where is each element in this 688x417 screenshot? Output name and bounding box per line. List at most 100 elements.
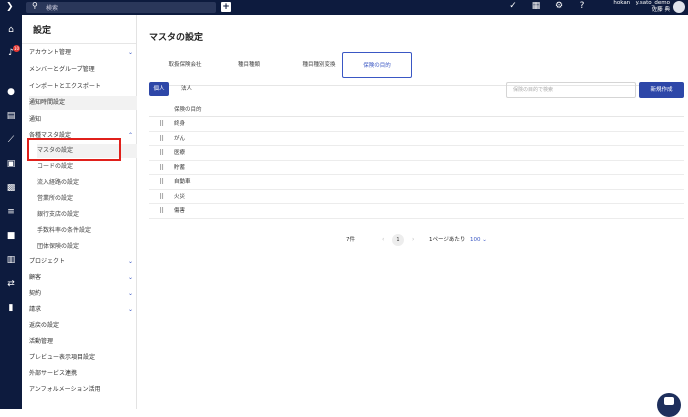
tab-category[interactable]: 種目種類 [221, 52, 277, 78]
chevron-down-icon: ⌄ [127, 306, 133, 313]
chevron-down-icon: ⌄ [127, 258, 133, 265]
sidebar-item-code[interactable]: コードの設定 [37, 160, 141, 174]
sidebar-item-preview[interactable]: プレビュー表示項目設定 [29, 351, 141, 365]
drag-handle-icon[interactable]: ⠿ [159, 161, 164, 175]
home-icon[interactable]: ⌂ [0, 25, 22, 35]
table-row[interactable]: ⠿ 終身 [149, 117, 684, 132]
chevron-down-icon: ⌄ [127, 49, 133, 56]
chevron-right-icon[interactable]: › [412, 233, 414, 247]
sidebar-item-inflow[interactable]: 流入経路の設定 [37, 176, 141, 190]
sidebar-item-members[interactable]: メンバーとグループ管理 [29, 63, 141, 77]
page-title: マスタの設定 [149, 33, 204, 43]
drag-handle-icon[interactable]: ⠿ [159, 190, 164, 204]
notification-badge: 10 [13, 45, 20, 52]
shuffle-icon[interactable]: ⇄ [0, 279, 22, 289]
user-info[interactable]: hokan y.sato_demo 佐藤 典 [598, 0, 670, 14]
chevron-up-icon: ⌃ [127, 132, 133, 139]
per-page-select[interactable]: 100 ⌄ [470, 233, 487, 247]
top-bar: ❯ ⚲ 検索 + ✓ ▦ ⚙ ? hokan y.sato_demo 佐藤 典 [0, 0, 688, 15]
add-button[interactable]: + [221, 2, 231, 12]
table-row[interactable]: ⠿ 自動車 [149, 175, 684, 190]
sidebar-item-contract[interactable]: 契約 ⌄ [29, 287, 141, 301]
row-name: 傷害 [174, 208, 186, 214]
sidebar-item-commission[interactable]: 手数料率の条件設定 [37, 224, 141, 238]
chevron-left-icon[interactable]: ‹ [382, 233, 384, 247]
icon-rail: ⌂ ♪ 10 ● ▤ ⟋ ▣ ▩ ≡ ■ ▥ ⇄ ▮ [0, 15, 22, 409]
drag-handle-icon[interactable]: ⠿ [159, 146, 164, 160]
sidebar-item-notification-time[interactable]: 通知時間設定 [29, 96, 141, 110]
global-search-input[interactable]: ⚲ 検索 [26, 1, 216, 13]
row-name: がん [174, 135, 186, 142]
table-row[interactable]: ⠿ 火災 [149, 190, 684, 204]
main-content: マスタの設定 取扱保険会社 種目種類 種目種別変換 保険の目的 個人 法人 保険… [137, 15, 688, 409]
divider [22, 43, 136, 44]
bar-chart-icon[interactable]: ▮ [0, 303, 22, 313]
table-header: 保険の目的 [149, 103, 684, 117]
chevron-down-icon: ⌄ [127, 274, 133, 281]
user-name: 佐藤 典 [651, 7, 670, 13]
table-row[interactable]: ⠿ 医療 [149, 146, 684, 161]
chevron-down-icon: ⌄ [127, 290, 133, 297]
purpose-table: 保険の目的 ⠿ 終身 ⠿ がん ⠿ 医療 ⠿ 貯蓄 ⠿ 自動車 ⠿ 火災 ⠿ 傷… [149, 103, 684, 219]
book-icon[interactable]: ▥ [0, 255, 22, 265]
create-new-button[interactable]: 新規作成 [639, 82, 684, 98]
drag-handle-icon[interactable]: ⠿ [159, 204, 164, 218]
row-name: 貯蓄 [174, 164, 186, 171]
sidebar-item-office[interactable]: 営業所の設定 [37, 192, 141, 206]
chat-icon[interactable] [657, 393, 681, 417]
per-page-label: 1ページあたり [429, 237, 466, 243]
search-placeholder: 検索 [46, 5, 59, 12]
drag-handle-icon[interactable]: ⠿ [159, 117, 164, 131]
list-icon[interactable]: ≡ [0, 207, 22, 217]
sidebar-item-billing[interactable]: 請求 ⌄ [29, 303, 141, 317]
corporate-button[interactable]: 法人 [181, 82, 192, 96]
sidebar-item-information[interactable]: アンフォルメーション活用 [29, 383, 141, 397]
column-header-purpose: 保険の目的 [174, 107, 202, 113]
sidebar-item-customer[interactable]: 顧客 ⌄ [29, 271, 141, 285]
highlight-box [27, 138, 121, 161]
user-icon[interactable]: ● [0, 87, 22, 97]
sidebar-item-account[interactable]: アカウント管理 ⌄ [29, 46, 141, 60]
top-icons: ✓ ▦ ⚙ ? [508, 1, 587, 11]
row-name: 医療 [174, 150, 186, 156]
sidebar-item-external[interactable]: 外部サービス連携 [29, 367, 141, 381]
drag-handle-icon[interactable]: ⠿ [159, 175, 164, 189]
search-icon: ⚲ [32, 1, 38, 10]
individual-button[interactable]: 個人 [149, 82, 169, 96]
bell-icon[interactable]: ♪ 10 [0, 45, 22, 58]
tab-insurance-purpose[interactable]: 保険の目的 [342, 52, 412, 78]
sidebar-title: 設定 [33, 26, 52, 36]
sidebar-item-notification[interactable]: 通知 [29, 113, 141, 127]
user-org: hokan y.sato_demo [613, 0, 670, 6]
master-tabs: 取扱保険会社 種目種類 種目種別変換 保険の目的 [149, 52, 672, 78]
sidebar-item-import-export[interactable]: インポートとエクスポート [29, 80, 141, 94]
row-name: 終身 [174, 121, 186, 127]
purpose-search-input[interactable]: 保険の目的で検索 [506, 82, 636, 98]
folder-icon[interactable]: ■ [0, 231, 22, 241]
sidebar-item-refund[interactable]: 返戻の設定 [29, 319, 141, 333]
drag-handle-icon[interactable]: ⠿ [159, 132, 164, 146]
help-icon[interactable]: ? [577, 1, 587, 11]
pagination: 7件 ‹ 1 › 1ページあたり 100 ⌄ [149, 233, 684, 247]
row-name: 火災 [174, 193, 186, 200]
table-row[interactable]: ⠿ 傷害 [149, 204, 684, 219]
check-icon[interactable]: ✓ [508, 1, 518, 11]
sidebar-item-project[interactable]: プロジェクト ⌄ [29, 255, 141, 269]
app-logo-icon[interactable]: ❯ [6, 2, 14, 12]
tab-insurer[interactable]: 取扱保険会社 [157, 52, 213, 78]
sidebar-item-bank-branch[interactable]: 銀行支店の設定 [37, 208, 141, 222]
row-name: 自動車 [174, 179, 191, 185]
document-icon[interactable]: ▤ [0, 111, 22, 121]
avatar[interactable] [673, 1, 685, 13]
trend-icon[interactable]: ⟋ [0, 135, 22, 145]
sidebar-item-group-insurance[interactable]: 団体保険の設定 [37, 240, 141, 254]
gear-icon[interactable]: ⚙ [554, 1, 564, 11]
record-count: 7件 [346, 237, 355, 243]
table-row[interactable]: ⠿ がん [149, 132, 684, 146]
table-row[interactable]: ⠿ 貯蓄 [149, 161, 684, 175]
contact-icon[interactable]: ▩ [0, 183, 22, 193]
page-number[interactable]: 1 [392, 234, 404, 246]
calendar-icon[interactable]: ▦ [531, 1, 541, 11]
clipboard-icon[interactable]: ▣ [0, 159, 22, 169]
sidebar-item-activity[interactable]: 活動管理 [29, 335, 141, 349]
